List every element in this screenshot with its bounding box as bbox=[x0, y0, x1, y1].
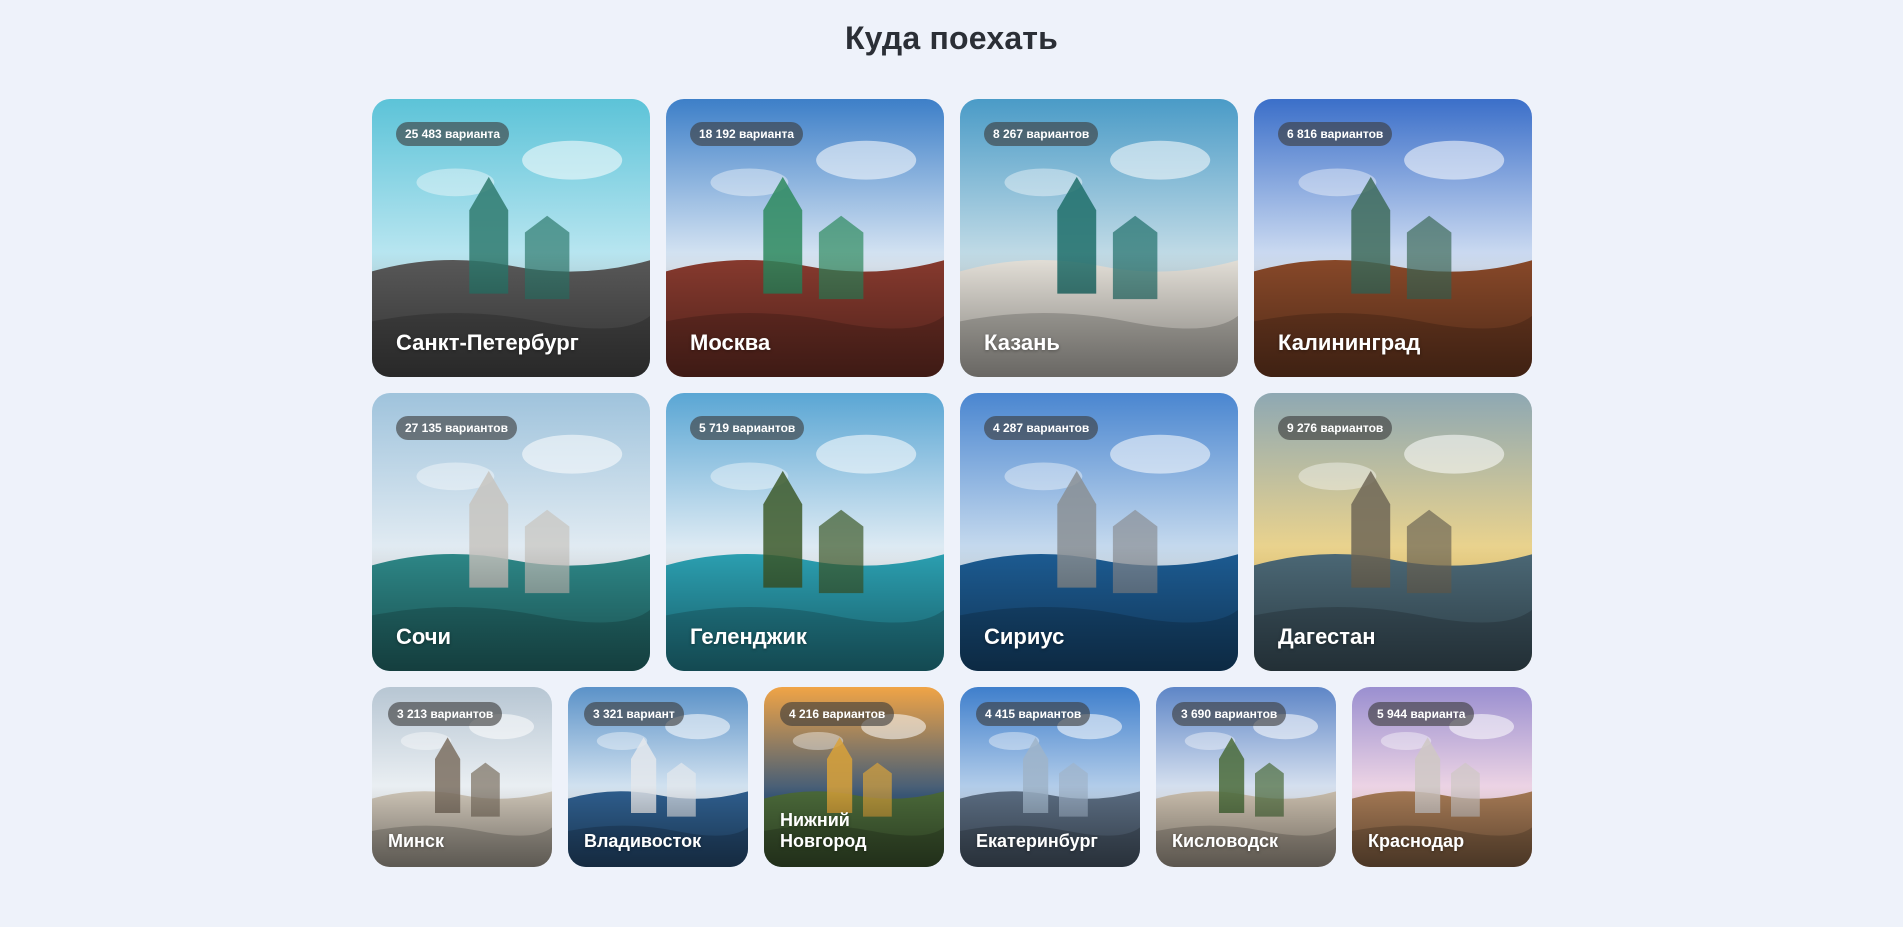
destination-card-kaliningrad[interactable]: 6 816 вариантов Калининград bbox=[1254, 99, 1532, 377]
destination-name: Владивосток bbox=[584, 831, 702, 852]
destinations-page: Куда поехать 25 483 варианта Санкт-Петер… bbox=[0, 0, 1903, 927]
destinations-row-2: 27 135 вариантов Сочи 5 719 вариантов Ге… bbox=[372, 393, 1532, 671]
destination-name: Казань bbox=[984, 329, 1060, 355]
variants-count-badge: 27 135 вариантов bbox=[396, 416, 517, 440]
destination-name: Кисловодск bbox=[1172, 831, 1279, 852]
destination-name: Дагестан bbox=[1278, 623, 1376, 649]
destination-card-vladivostok[interactable]: 3 321 вариант Владивосток bbox=[568, 687, 748, 867]
variants-count-badge: 3 213 вариантов bbox=[388, 702, 503, 726]
destination-name: Краснодар bbox=[1368, 831, 1465, 852]
variants-count-badge: 4 216 вариантов bbox=[780, 702, 895, 726]
destination-card-kislovodsk[interactable]: 3 690 вариантов Кисловодск bbox=[1156, 687, 1336, 867]
destination-name: Нижний Новгород bbox=[780, 809, 867, 852]
destination-card-yekaterinburg[interactable]: 4 415 вариантов Екатеринбург bbox=[960, 687, 1140, 867]
destination-card-krasnodar[interactable]: 5 944 варианта Краснодар bbox=[1352, 687, 1532, 867]
destination-card-dagestan[interactable]: 9 276 вариантов Дагестан bbox=[1254, 393, 1532, 671]
destination-name: Сочи bbox=[396, 623, 452, 649]
destination-name: Калининград bbox=[1278, 329, 1421, 355]
destination-card-sirius[interactable]: 4 287 вариантов Сириус bbox=[960, 393, 1238, 671]
destinations-grid: 25 483 варианта Санкт-Петербург 18 192 в… bbox=[372, 99, 1532, 883]
destination-card-kazan[interactable]: 8 267 вариантов Казань bbox=[960, 99, 1238, 377]
destination-card-minsk[interactable]: 3 213 вариантов Минск bbox=[372, 687, 552, 867]
variants-count-badge: 9 276 вариантов bbox=[1278, 416, 1393, 440]
variants-count-badge: 3 690 вариантов bbox=[1172, 702, 1287, 726]
destination-card-saint-petersburg[interactable]: 25 483 варианта Санкт-Петербург bbox=[372, 99, 650, 377]
variants-count-badge: 4 415 вариантов bbox=[976, 702, 1091, 726]
variants-count-badge: 5 719 вариантов bbox=[690, 416, 805, 440]
destination-name: Санкт-Петербург bbox=[396, 329, 579, 355]
destination-name: Екатеринбург bbox=[976, 831, 1098, 852]
destination-card-moscow[interactable]: 18 192 варианта Москва bbox=[666, 99, 944, 377]
variants-count-badge: 25 483 варианта bbox=[396, 122, 510, 146]
destination-card-gelendzhik[interactable]: 5 719 вариантов Геленджик bbox=[666, 393, 944, 671]
destination-name: Москва bbox=[690, 329, 771, 355]
destinations-row-1: 25 483 варианта Санкт-Петербург 18 192 в… bbox=[372, 99, 1532, 377]
variants-count-badge: 18 192 варианта bbox=[690, 122, 804, 146]
destination-name: Минск bbox=[388, 831, 444, 852]
destination-name: Геленджик bbox=[690, 623, 807, 649]
variants-count-badge: 6 816 вариантов bbox=[1278, 122, 1393, 146]
variants-count-badge: 3 321 вариант bbox=[584, 702, 684, 726]
page-title: Куда поехать bbox=[844, 20, 1059, 56]
variants-count-badge: 8 267 вариантов bbox=[984, 122, 1099, 146]
destination-name: Сириус bbox=[984, 623, 1065, 649]
destination-card-sochi[interactable]: 27 135 вариантов Сочи bbox=[372, 393, 650, 671]
variants-count-badge: 4 287 вариантов bbox=[984, 416, 1099, 440]
variants-count-badge: 5 944 варианта bbox=[1368, 702, 1475, 726]
destination-card-nizhny-novgorod[interactable]: 4 216 вариантов Нижний Новгород bbox=[764, 687, 944, 867]
destinations-row-3: 3 213 вариантов Минск 3 321 вариант Влад… bbox=[372, 687, 1532, 867]
